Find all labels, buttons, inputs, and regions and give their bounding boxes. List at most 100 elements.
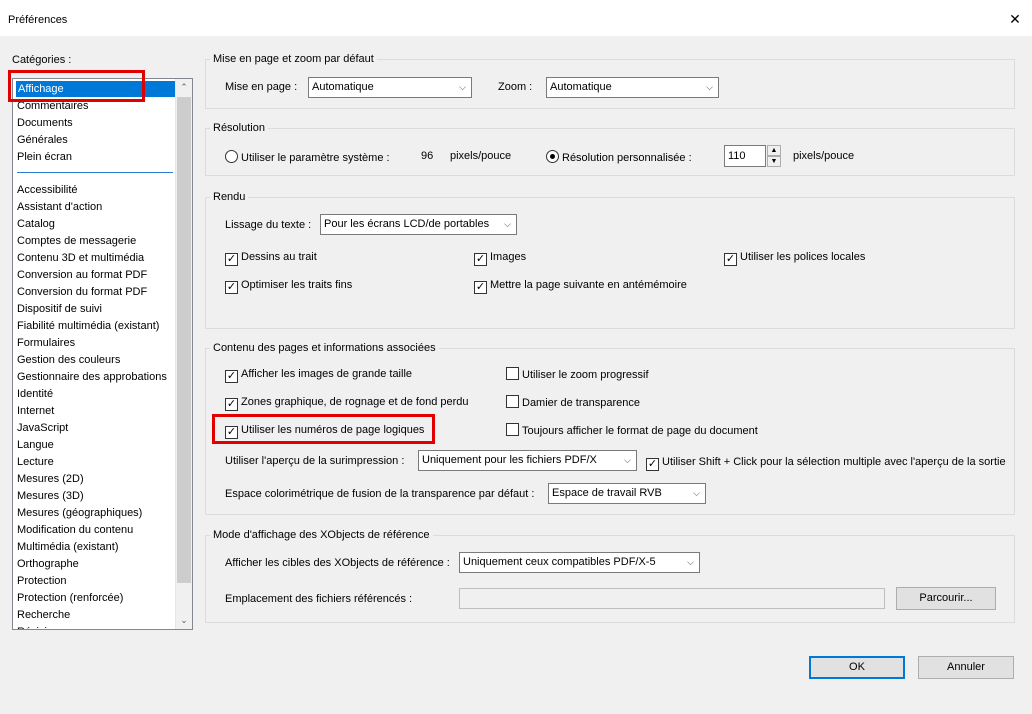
category-item[interactable]: Mesures (2D): [17, 471, 84, 487]
ok-button[interactable]: OK: [809, 656, 905, 679]
preferences-dialog: Préférences ✕ Catégories : Affichage Comm…: [0, 0, 1032, 714]
category-item[interactable]: Révision: [17, 624, 59, 629]
blend-space-select[interactable]: Espace de travail RVB ⌵: [548, 483, 706, 504]
group-page-content-legend: Contenu des pages et informations associ…: [210, 342, 439, 354]
category-item[interactable]: Identité: [17, 386, 53, 402]
categories-label: Catégories :: [12, 54, 72, 66]
category-item[interactable]: Gestion des couleurs: [17, 352, 120, 368]
art-trim-bleed-checkbox[interactable]: ✓ Zones graphique, de rognage et de fond …: [225, 395, 469, 411]
category-item[interactable]: Conversion du format PDF: [17, 284, 147, 300]
checkmark-icon: ✓: [225, 398, 238, 411]
system-resolution-value: 96: [421, 150, 434, 162]
stepper-down-icon[interactable]: ▼: [767, 156, 781, 167]
category-item[interactable]: Commentaires: [17, 98, 89, 114]
scroll-thumb[interactable]: [177, 97, 191, 583]
images-checkbox[interactable]: ✓ Images: [474, 250, 526, 266]
chevron-down-icon: ⌵: [706, 82, 713, 92]
category-item[interactable]: Contenu 3D et multimédia: [17, 250, 144, 266]
checkbox-empty-icon: [506, 423, 519, 436]
cache-next-label: Mettre la page suivante en antémémoire: [490, 279, 687, 291]
xobject-targets-select[interactable]: Uniquement ceux compatibles PDF/X-5 ⌵: [459, 552, 700, 573]
local-fonts-label: Utiliser les polices locales: [740, 251, 866, 263]
category-item[interactable]: Dispositif de suivi: [17, 301, 102, 317]
thin-lines-checkbox[interactable]: ✓ Optimiser les traits fins: [225, 278, 352, 294]
zoom-select-value: Automatique: [550, 81, 612, 93]
category-item[interactable]: Modification du contenu: [17, 522, 133, 538]
browse-button[interactable]: Parcourir...: [896, 587, 996, 610]
overprint-select[interactable]: Uniquement pour les fichiers PDF/X ⌵: [418, 450, 637, 471]
checkbox-empty-icon: [506, 395, 519, 408]
custom-resolution-stepper[interactable]: 110 ▲ ▼: [724, 145, 782, 167]
checkmark-icon: ✓: [225, 426, 238, 439]
layout-label: Mise en page :: [225, 81, 298, 93]
category-item[interactable]: Catalog: [17, 216, 55, 232]
category-item[interactable]: Mesures (3D): [17, 488, 84, 504]
smoothing-select[interactable]: Pour les écrans LCD/de portables ⌵: [320, 214, 517, 235]
large-images-checkbox[interactable]: ✓ Afficher les images de grande taille: [225, 367, 412, 383]
custom-resolution-input[interactable]: 110: [724, 145, 766, 167]
category-item[interactable]: Mesures (géographiques): [17, 505, 142, 521]
category-item[interactable]: Protection: [17, 573, 67, 589]
stepper-up-icon[interactable]: ▲: [767, 145, 781, 156]
category-item[interactable]: Documents: [17, 115, 73, 131]
referenced-files-input[interactable]: [459, 588, 885, 609]
category-item[interactable]: Langue: [17, 437, 54, 453]
zoom-select[interactable]: Automatique ⌵: [546, 77, 719, 98]
category-item[interactable]: Plein écran: [17, 149, 72, 165]
window-title: Préférences: [8, 14, 68, 26]
referenced-files-label: Emplacement des fichiers référencés :: [225, 593, 413, 605]
category-item[interactable]: Formulaires: [17, 335, 75, 351]
checkmark-icon: ✓: [724, 253, 737, 266]
category-item[interactable]: Recherche: [17, 607, 70, 623]
radio-icon: [546, 150, 559, 163]
shift-click-checkbox[interactable]: ✓ Utiliser Shift + Click pour la sélectio…: [646, 455, 1006, 471]
category-item[interactable]: Lecture: [17, 454, 54, 470]
categories-separator: [17, 172, 173, 173]
cache-next-checkbox[interactable]: ✓ Mettre la page suivante en antémémoire: [474, 278, 687, 294]
category-item[interactable]: Comptes de messagerie: [17, 233, 136, 249]
category-item[interactable]: Protection (renforcée): [17, 590, 123, 606]
scroll-up-icon[interactable]: ⌃: [176, 79, 192, 96]
category-item[interactable]: Gestionnaire des approbations: [17, 369, 167, 385]
category-item[interactable]: Assistant d'action: [17, 199, 102, 215]
category-item[interactable]: Multimédia (existant): [17, 539, 118, 555]
category-item[interactable]: Générales: [17, 132, 68, 148]
art-trim-bleed-label: Zones graphique, de rognage et de fond p…: [241, 396, 469, 408]
thin-lines-label: Optimiser les traits fins: [241, 279, 353, 291]
checkmark-icon: ✓: [225, 281, 238, 294]
category-item[interactable]: Conversion au format PDF: [17, 267, 147, 283]
categories-list[interactable]: Affichage Commentaires Documents Générales P…: [12, 78, 193, 630]
overprint-select-value: Uniquement pour les fichiers PDF/X: [422, 454, 597, 466]
system-resolution-radio[interactable]: Utiliser le paramètre système :: [225, 150, 390, 166]
smooth-zoom-checkbox[interactable]: Utiliser le zoom progressif: [506, 367, 649, 383]
categories-scrollbar[interactable]: ⌃ ⌄: [175, 79, 192, 629]
custom-resolution-radio[interactable]: Résolution personnalisée :: [546, 150, 692, 166]
logical-pages-label: Utiliser les numéros de page logiques: [241, 424, 425, 436]
category-item[interactable]: Orthographe: [17, 556, 79, 572]
large-images-label: Afficher les images de grande taille: [241, 368, 413, 380]
category-item[interactable]: Internet: [17, 403, 54, 419]
category-item[interactable]: Affichage: [16, 81, 176, 97]
checkmark-icon: ✓: [225, 370, 238, 383]
transparency-grid-checkbox[interactable]: Damier de transparence: [506, 395, 640, 411]
cancel-button[interactable]: Annuler: [918, 656, 1014, 679]
layout-select[interactable]: Automatique ⌵: [308, 77, 472, 98]
scroll-down-icon[interactable]: ⌄: [176, 612, 192, 629]
radio-icon: [225, 150, 238, 163]
line-art-checkbox[interactable]: ✓ Dessins au trait: [225, 250, 317, 266]
always-show-size-checkbox[interactable]: Toujours afficher le format de page du d…: [506, 423, 758, 439]
checkmark-icon: ✓: [225, 253, 238, 266]
group-rendering-legend: Rendu: [210, 191, 249, 203]
close-icon[interactable]: ✕: [1004, 8, 1026, 30]
category-item[interactable]: Fiabilité multimédia (existant): [17, 318, 159, 334]
group-xobjects: [205, 535, 1015, 623]
xobject-targets-select-value: Uniquement ceux compatibles PDF/X-5: [463, 556, 656, 568]
category-item[interactable]: Accessibilité: [17, 182, 78, 198]
layout-select-value: Automatique: [312, 81, 374, 93]
blend-space-label: Espace colorimétrique de fusion de la tr…: [225, 488, 535, 500]
logical-pages-checkbox[interactable]: ✓ Utiliser les numéros de page logiques: [225, 423, 424, 439]
checkbox-empty-icon: [506, 367, 519, 380]
local-fonts-checkbox[interactable]: ✓ Utiliser les polices locales: [724, 250, 865, 266]
category-item[interactable]: JavaScript: [17, 420, 68, 436]
blend-space-select-value: Espace de travail RVB: [552, 487, 662, 499]
